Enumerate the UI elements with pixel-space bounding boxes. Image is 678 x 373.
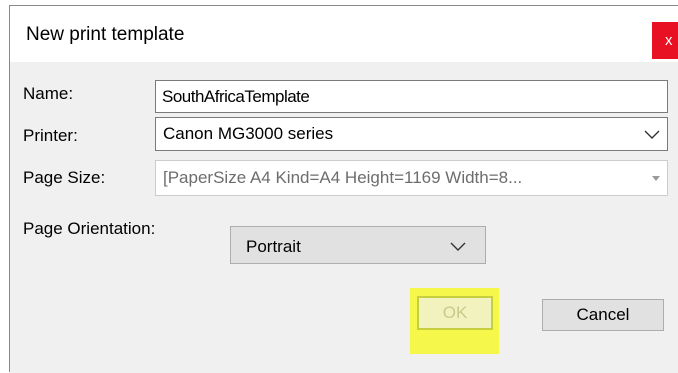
new-print-template-dialog: New print template x Name: SouthAfricaTe… [9,5,678,373]
page-size-selected-value: [PaperSize A4 Kind=A4 Height=1169 Width=… [163,168,523,187]
page-orientation-label: Page Orientation: [23,219,156,238]
chevron-down-icon [644,130,660,139]
printer-select[interactable]: Canon MG3000 series [155,117,668,151]
close-button[interactable]: x [652,22,678,59]
name-label: Name: [23,84,74,103]
page-size-select[interactable]: [PaperSize A4 Kind=A4 Height=1169 Width=… [155,160,668,196]
page-size-label: Page Size: [23,168,106,187]
title-bar: New print template x [10,6,678,62]
chevron-down-icon [450,242,466,251]
name-input[interactable]: SouthAfricaTemplate [155,80,668,113]
dialog-body: Name: SouthAfricaTemplate Printer: Canon… [10,62,678,373]
caret-down-icon [652,176,660,181]
cancel-button[interactable]: Cancel [542,299,664,331]
printer-selected-value: Canon MG3000 series [163,124,334,143]
ok-button[interactable]: OK [417,296,493,330]
dialog-title: New print template [26,24,185,45]
printer-label: Printer: [23,126,78,145]
page-orientation-selected-value: Portrait [246,237,301,256]
page-orientation-select[interactable]: Portrait [230,226,486,264]
